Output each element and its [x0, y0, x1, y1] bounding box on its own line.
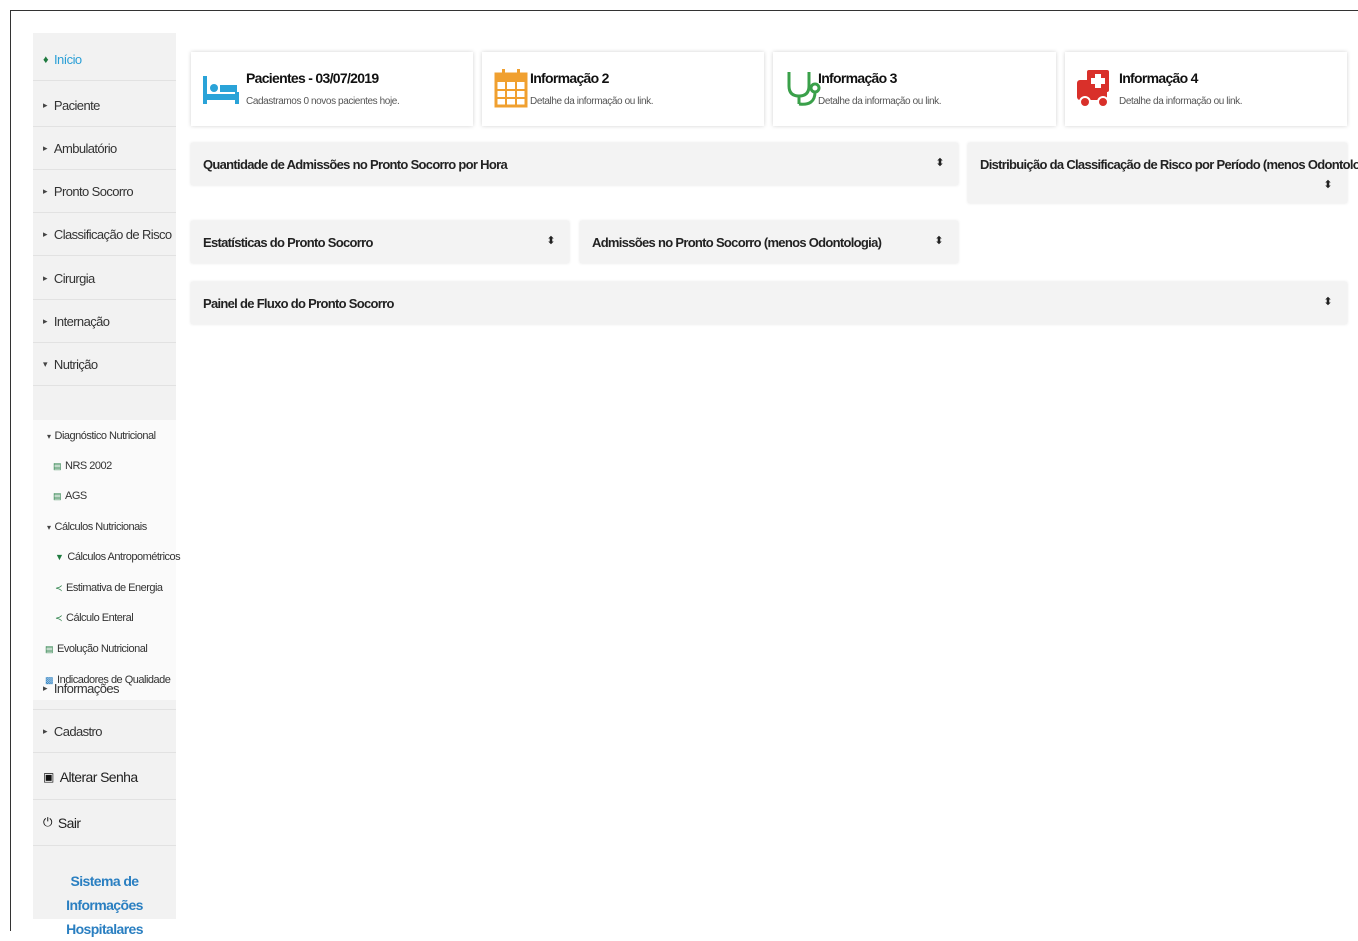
submenu-item-evolucao-nutricional[interactable]: ▤ Evolução Nutricional [45, 643, 148, 655]
panel-title: Quantidade de Admissões no Pronto Socorr… [203, 157, 508, 172]
info-card-pacientes[interactable]: Pacientes - 03/07/2019 Cadastramos 0 nov… [191, 52, 473, 126]
share-icon: ≺ [55, 613, 63, 623]
sidebar-item-paciente[interactable]: ▸ Paciente [33, 85, 176, 127]
sidebar: ♦ Início ▸ Paciente ▸ Ambulatório ▸ Pron… [33, 33, 181, 937]
sidebar-item-label: Alterar Senha [59, 768, 138, 785]
submenu-item-calculos-nutricionais[interactable]: ▾ Cálculos Nutricionais [47, 521, 147, 533]
chevron-down-icon: ▾ [47, 432, 51, 441]
sidebar-item-label: Sair [57, 814, 81, 831]
card-title: Informação 4 [1119, 70, 1198, 86]
submenu-item-label: Evolução Nutricional [57, 643, 148, 655]
chevron-right-icon: ▸ [43, 316, 48, 326]
submenu-item-calculos-antropometricos[interactable]: ▼ Cálculos Antropométricos [55, 551, 181, 563]
card-subtitle: Detalhe da informação ou link. [530, 96, 654, 107]
panel-admissoes-por-hora: Quantidade de Admissões no Pronto Socorr… [191, 143, 958, 185]
sidebar-item-cadastro[interactable]: ▸ Cadastro [33, 711, 176, 753]
submenu-item-estimativa-energia[interactable]: ≺ Estimativa de Energia [55, 582, 163, 594]
sidebar-item-label: Ambulatório [53, 141, 117, 156]
submenu-item-label: Estimativa de Energia [66, 582, 163, 594]
submenu-item-ags[interactable]: ▤ AGS [53, 490, 87, 502]
sidebar-item-label: Nutrição [53, 357, 98, 372]
panel-estatisticas-pronto-socorro: Estatísticas do Pronto Socorro ⬍ [191, 221, 569, 263]
sidebar-item-label: Informações [53, 681, 120, 696]
panel-toggle-button[interactable]: ⬍ [932, 234, 946, 248]
sidebar-item-label: Pronto Socorro [53, 184, 134, 199]
sidebar-item-pronto-socorro[interactable]: ▸ Pronto Socorro [33, 171, 176, 213]
panel-classificacao-risco-periodo: Distribuição da Classificação de Risco p… [968, 143, 1358, 203]
chevron-right-icon: ▸ [43, 100, 48, 110]
bed-icon: ▤ [53, 491, 62, 501]
bed-icon: ▤ [53, 461, 62, 471]
power-icon: ⏻ [43, 815, 53, 829]
nutricao-submenu: ▾ Diagnóstico Nutricional ▤ NRS 2002 ▤ AGS … [33, 420, 181, 700]
sidebar-item-label: Cirurgia [53, 271, 95, 286]
sidebar-item-informacoes[interactable]: ▸ Informações [33, 668, 176, 710]
submenu-item-label: NRS 2002 [65, 460, 112, 472]
ambulance-icon [1077, 70, 1109, 108]
chevron-right-icon: ▸ [43, 683, 48, 693]
info-card-informacao-3[interactable]: Informação 3 Detalhe da informação ou li… [773, 52, 1056, 126]
chevron-right-icon: ▸ [43, 186, 48, 196]
sidebar-item-label: Paciente [53, 98, 100, 113]
submenu-item-label: AGS [65, 490, 87, 502]
home-icon: ♦ [43, 53, 49, 66]
submenu-item-nrs-2002[interactable]: ▤ NRS 2002 [53, 460, 112, 472]
submenu-item-label: Cálculo Enteral [66, 612, 134, 624]
submenu-item-calculo-enteral[interactable]: ≺ Cálculo Enteral [55, 612, 134, 624]
panel-title: Distribuição da Classificação de Risco p… [980, 157, 1358, 172]
brand-name: Sistema de Informações Hospitalares [66, 873, 143, 937]
sidebar-item-internacao[interactable]: ▸ Internação [33, 301, 176, 343]
hospital-bed-icon [203, 76, 239, 104]
panel-title: Painel de Fluxo do Pronto Socorro [203, 296, 394, 311]
sidebar-item-nutricao[interactable]: ▾ Nutrição [33, 344, 176, 386]
card-subtitle: Detalhe da informação ou link. [1119, 96, 1243, 107]
panel-admissoes-menos-odontologia: Admissões no Pronto Socorro (menos Odont… [580, 221, 958, 263]
submenu-item-label: Cálculos Antropométricos [67, 551, 181, 563]
submenu-item-label: Diagnóstico Nutricional [54, 430, 157, 442]
stethoscope-icon [787, 72, 821, 106]
info-card-informacao-4[interactable]: Informação 4 Detalhe da informação ou li… [1065, 52, 1347, 126]
lock-icon: ▣ [43, 769, 54, 784]
info-card-informacao-2[interactable]: Informação 2 Detalhe da informação ou li… [482, 52, 764, 126]
chevron-right-icon: ▸ [43, 726, 48, 736]
sidebar-item-sair[interactable]: ⏻ Sair [33, 800, 176, 846]
chevron-down-icon: ▾ [43, 359, 48, 369]
bed-icon: ▤ [45, 644, 54, 654]
submenu-item-diagnostico-nutricional[interactable]: ▾ Diagnóstico Nutricional [47, 430, 156, 442]
sidebar-item-cirurgia[interactable]: ▸ Cirurgia [33, 258, 176, 300]
submenu-item-label: Cálculos Nutricionais [54, 521, 148, 533]
share-icon: ≺ [55, 583, 63, 593]
card-title: Informação 2 [530, 70, 609, 86]
calendar-icon [494, 69, 528, 108]
chevron-right-icon: ▸ [43, 273, 48, 283]
sidebar-item-label: Classificação de Risco [53, 227, 172, 242]
sidebar-item-label: Cadastro [53, 724, 103, 739]
panel-title: Admissões no Pronto Socorro (menos Odont… [592, 235, 882, 250]
panel-toggle-button[interactable]: ⬍ [1321, 295, 1335, 309]
sidebar-item-inicio[interactable]: ♦ Início [33, 39, 176, 81]
panel-toggle-button[interactable]: ⬍ [933, 156, 947, 170]
sidebar-item-label: Início [54, 52, 82, 67]
sidebar-item-label: Internação [53, 314, 110, 329]
sidebar-item-classificacao-risco[interactable]: ▸ Classificação de Risco [33, 214, 176, 256]
filter-icon: ▼ [55, 552, 64, 562]
panel-title: Estatísticas do Pronto Socorro [203, 235, 373, 250]
panel-fluxo-pronto-socorro: Painel de Fluxo do Pronto Socorro ⬍ [191, 282, 1347, 324]
sidebar-item-ambulatorio[interactable]: ▸ Ambulatório [33, 128, 176, 170]
sidebar-item-alterar-senha[interactable]: ▣ Alterar Senha [33, 754, 176, 800]
card-subtitle: Cadastramos 0 novos pacientes hoje. [246, 96, 400, 107]
panel-toggle-button[interactable]: ⬍ [544, 234, 558, 248]
chevron-right-icon: ▸ [43, 143, 48, 153]
card-title: Pacientes - 03/07/2019 [246, 70, 379, 86]
card-title: Informação 3 [818, 70, 897, 86]
card-subtitle: Detalhe da informação ou link. [818, 96, 942, 107]
chevron-right-icon: ▸ [43, 229, 48, 239]
chevron-down-icon: ▾ [47, 523, 51, 532]
panel-toggle-button[interactable]: ⬍ [1321, 178, 1335, 192]
